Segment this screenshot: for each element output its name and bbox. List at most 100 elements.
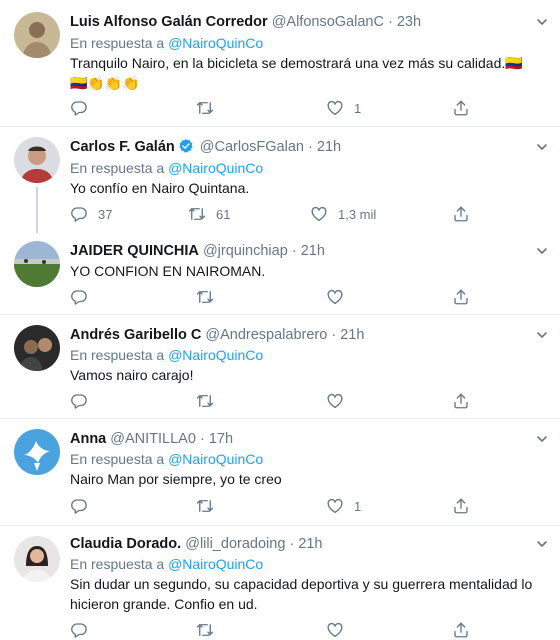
reply-context: En respuesta a @NairoQuinCo <box>70 158 263 178</box>
share-icon <box>452 392 470 410</box>
reply-button[interactable] <box>70 620 88 640</box>
tweet-actions <box>70 287 490 307</box>
author-handle[interactable]: @lili_doradoing <box>185 536 285 552</box>
chevron-down-icon[interactable] <box>536 245 548 257</box>
avatar[interactable] <box>14 12 60 58</box>
reply-button[interactable] <box>70 391 88 411</box>
like-button[interactable]: 1 <box>326 98 361 118</box>
retweet-icon <box>196 99 214 117</box>
author-handle[interactable]: @AlfonsoGalanC <box>272 14 384 30</box>
share-button[interactable] <box>452 204 470 224</box>
reply-button[interactable] <box>70 98 98 118</box>
tweet-text-body: Tranquilo Nairo, en la bicicleta se demo… <box>70 55 506 71</box>
timestamp[interactable]: 17h <box>209 431 233 447</box>
timestamp[interactable]: 21h <box>298 536 322 552</box>
chevron-down-icon[interactable] <box>536 433 548 445</box>
share-button[interactable] <box>452 620 470 640</box>
like-button[interactable] <box>326 391 344 411</box>
tweet[interactable]: Andrés Garibello C @Andrespalabrero · 21… <box>0 315 560 419</box>
tweet[interactable]: Claudia Dorado. @lili_doradoing · 21h En… <box>0 526 560 640</box>
reply-count: 37 <box>98 206 113 222</box>
tweet-text: Yo confío en Nairo Quintana. <box>70 180 250 196</box>
timestamp[interactable]: 23h <box>397 14 421 30</box>
reply-button[interactable] <box>70 287 88 307</box>
tweet-actions <box>70 620 490 640</box>
reply-context: En respuesta a @NairoQuinCo <box>70 449 263 469</box>
heart-icon <box>310 205 328 223</box>
reply-mention-link[interactable]: @NairoQuinCo <box>168 451 263 467</box>
timestamp[interactable]: 21h <box>317 139 341 155</box>
heart-icon <box>326 621 344 639</box>
timestamp[interactable]: 21h <box>340 327 364 343</box>
reply-context: En respuesta a @NairoQuinCo <box>70 345 263 365</box>
chevron-down-icon[interactable] <box>536 141 548 153</box>
share-button[interactable] <box>452 391 470 411</box>
author-name[interactable]: Claudia Dorado. <box>70 536 181 552</box>
author-name[interactable]: Anna <box>70 431 106 447</box>
tweet-text: Vamos nairo carajo! <box>70 367 194 383</box>
retweet-button[interactable]: 61 <box>188 204 230 224</box>
like-count: 1 <box>354 100 362 116</box>
reply-mention-link[interactable]: @NairoQuinCo <box>168 160 263 176</box>
verified-badge-icon <box>178 138 194 154</box>
reply-mention-link[interactable]: @NairoQuinCo <box>168 556 263 572</box>
author-handle[interactable]: @CarlosFGalan <box>200 139 304 155</box>
like-button[interactable] <box>326 287 344 307</box>
share-icon <box>452 205 470 223</box>
retweet-button[interactable] <box>196 391 214 411</box>
author-handle[interactable]: @jrquinchiap <box>203 243 288 259</box>
timestamp[interactable]: 21h <box>301 243 325 259</box>
retweet-count: 61 <box>216 206 231 222</box>
avatar[interactable] <box>14 325 60 371</box>
avatar[interactable] <box>14 241 60 287</box>
tweet-text: Nairo Man por siempre, yo te creo <box>70 471 282 487</box>
author-handle[interactable]: @Andrespalabrero <box>205 327 327 343</box>
author-name[interactable]: Luis Alfonso Galán Corredor <box>70 14 268 30</box>
share-icon <box>452 99 470 117</box>
separator-dot: · <box>331 327 337 343</box>
share-button[interactable] <box>452 496 470 516</box>
like-button[interactable]: 1,3 mil <box>310 204 376 224</box>
retweet-icon <box>196 621 214 639</box>
retweet-button[interactable] <box>196 620 214 640</box>
tweet[interactable]: JAIDER QUINCHIA @jrquinchiap · 21h YO CO… <box>0 235 560 315</box>
chevron-down-icon[interactable] <box>536 329 548 341</box>
share-button[interactable] <box>452 98 470 118</box>
author-handle[interactable]: @ANITILLA0 <box>110 431 196 447</box>
avatar[interactable] <box>14 536 60 582</box>
separator-dot: · <box>199 431 205 447</box>
heart-icon <box>326 288 344 306</box>
tweet[interactable]: Luis Alfonso Galán Corredor @AlfonsoGala… <box>0 0 560 127</box>
reply-button[interactable] <box>70 496 88 516</box>
heart-icon <box>326 99 344 117</box>
author-name[interactable]: Carlos F. Galán <box>70 139 175 155</box>
reply-mention-link[interactable]: @NairoQuinCo <box>168 347 263 363</box>
author-name[interactable]: JAIDER QUINCHIA <box>70 243 199 259</box>
share-button[interactable] <box>452 287 470 307</box>
chevron-down-icon[interactable] <box>536 538 548 550</box>
reply-mention-link[interactable]: @NairoQuinCo <box>168 35 263 51</box>
author-name[interactable]: Andrés Garibello C <box>70 327 201 343</box>
tweet-actions: 1 <box>70 496 490 516</box>
avatar[interactable] <box>14 429 60 475</box>
reply-prefix: En respuesta a <box>70 160 165 176</box>
reply-context: En respuesta a @NairoQuinCo <box>70 554 263 574</box>
reply-context: En respuesta a @NairoQuinCo <box>70 33 263 53</box>
like-button[interactable] <box>326 620 344 640</box>
separator-dot: · <box>308 139 313 155</box>
tweet-actions <box>70 391 490 411</box>
tweet[interactable]: Anna @ANITILLA0 · 17h En respuesta a @Na… <box>0 419 560 526</box>
tweet[interactable]: Carlos F. Galán @CarlosFGalan · 21h En r… <box>0 127 560 235</box>
heart-icon <box>326 497 344 515</box>
separator-dot: · <box>291 243 297 259</box>
like-button[interactable]: 1 <box>326 496 361 516</box>
chevron-down-icon[interactable] <box>536 16 548 28</box>
reply-button[interactable]: 37 <box>70 204 112 224</box>
tweet-text: Sin dudar un segundo, su capacidad depor… <box>70 576 533 612</box>
reply-icon <box>70 497 88 515</box>
retweet-button[interactable] <box>196 496 214 516</box>
retweet-button[interactable] <box>196 287 214 307</box>
reply-icon <box>70 288 88 306</box>
retweet-button[interactable] <box>196 98 224 118</box>
avatar[interactable] <box>14 137 60 183</box>
